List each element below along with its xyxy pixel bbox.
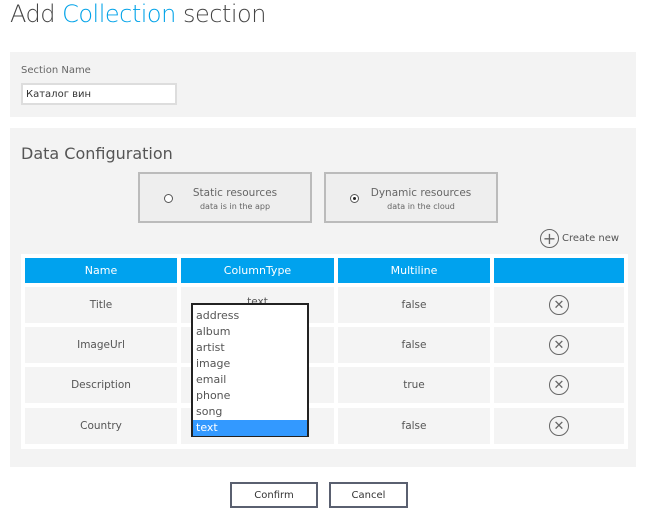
dropdown-option[interactable]: text bbox=[193, 420, 307, 436]
plus-circle-icon: + bbox=[540, 229, 559, 248]
cancel-button[interactable]: Cancel bbox=[329, 482, 408, 508]
section-name-input[interactable] bbox=[21, 83, 177, 105]
dropdown-option[interactable]: album bbox=[193, 324, 307, 340]
column-type-dropdown-list[interactable]: address album artist image email phone song tex… bbox=[191, 303, 309, 437]
header-actions bbox=[494, 258, 624, 283]
cell-multiline[interactable]: true bbox=[338, 367, 490, 403]
data-configuration-title: Data Configuration bbox=[21, 144, 173, 163]
cell-actions: ✕ bbox=[494, 408, 624, 444]
delete-row-icon[interactable]: ✕ bbox=[549, 335, 569, 355]
header-multiline: Multiline bbox=[338, 258, 490, 283]
dropdown-option[interactable]: email bbox=[193, 372, 307, 388]
dropdown-option[interactable]: address bbox=[193, 308, 307, 324]
static-resources-option[interactable]: Static resources data is in the app bbox=[138, 172, 312, 223]
dropdown-option[interactable]: song bbox=[193, 404, 307, 420]
delete-row-icon[interactable]: ✕ bbox=[549, 375, 569, 395]
dropdown-option[interactable]: image bbox=[193, 356, 307, 372]
header-name: Name bbox=[25, 258, 177, 283]
delete-row-icon[interactable]: ✕ bbox=[549, 295, 569, 315]
header-columntype: ColumnType bbox=[181, 258, 334, 283]
cell-name[interactable]: Title bbox=[25, 287, 177, 323]
dynamic-resources-option[interactable]: Dynamic resources data in the cloud bbox=[324, 172, 498, 223]
create-new-button[interactable]: + Create new bbox=[540, 229, 619, 248]
cell-name[interactable]: ImageUrl bbox=[25, 327, 177, 363]
section-name-label: Section Name bbox=[21, 65, 91, 76]
cell-actions: ✕ bbox=[494, 367, 624, 403]
dropdown-option[interactable]: phone bbox=[193, 388, 307, 404]
cell-multiline[interactable]: false bbox=[338, 327, 490, 363]
cell-multiline[interactable]: false bbox=[338, 408, 490, 444]
cell-name[interactable]: Description bbox=[25, 367, 177, 403]
page-title: Add Collection section bbox=[10, 0, 266, 28]
cell-name[interactable]: Country bbox=[25, 408, 177, 444]
confirm-button[interactable]: Confirm bbox=[230, 482, 318, 508]
cell-actions: ✕ bbox=[494, 287, 624, 323]
delete-row-icon[interactable]: ✕ bbox=[549, 416, 569, 436]
cell-actions: ✕ bbox=[494, 327, 624, 363]
dropdown-option[interactable]: artist bbox=[193, 340, 307, 356]
cell-multiline[interactable]: false bbox=[338, 287, 490, 323]
